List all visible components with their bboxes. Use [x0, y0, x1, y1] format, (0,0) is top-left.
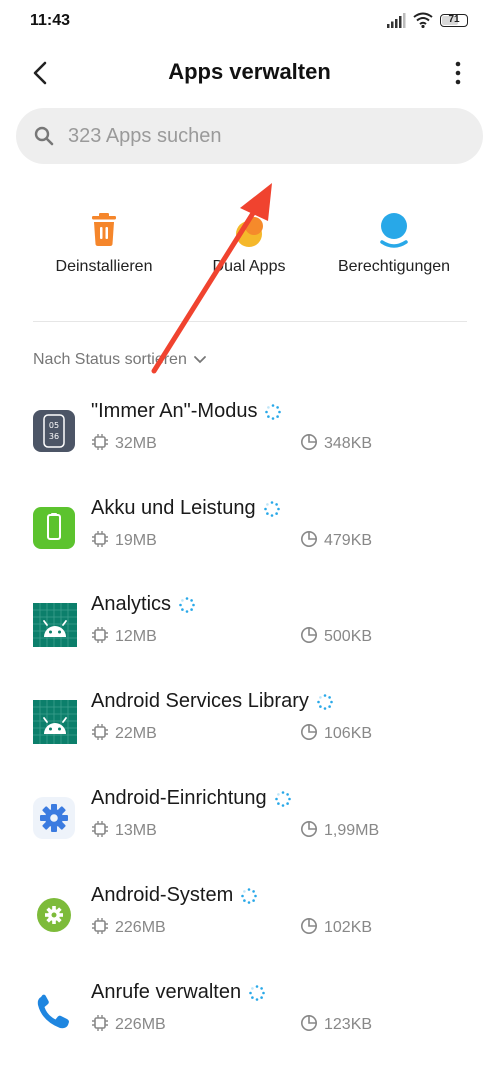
svg-text:36: 36: [49, 432, 59, 441]
chevron-down-icon: [193, 355, 206, 364]
storage-size: 22MB: [91, 723, 157, 743]
chip-icon: [92, 434, 108, 450]
pie-chart-icon: [301, 821, 317, 837]
list-item[interactable]: Android Services Library 22MB 106KB: [0, 690, 499, 796]
dual-apps-label: Dual Apps: [212, 258, 286, 275]
trash-icon: [84, 210, 124, 250]
chip-icon: [92, 1015, 108, 1031]
app-name: Analytics: [91, 593, 195, 616]
loading-spinner-icon: [274, 790, 291, 807]
cache-size: 102KB: [300, 917, 372, 937]
loading-spinner-icon: [179, 596, 195, 613]
permissions-label: Berechtigungen: [337, 258, 451, 275]
storage-size: 226MB: [91, 917, 166, 937]
page-title: Apps verwalten: [168, 59, 331, 84]
dual-apps-button[interactable]: Dual Apps: [179, 210, 319, 276]
android-system-icon: [33, 894, 75, 936]
cache-size: 348KB: [300, 433, 372, 453]
search-icon: [34, 126, 54, 146]
battery-app-icon: [33, 507, 75, 549]
sort-dropdown[interactable]: Nach Status sortieren: [33, 351, 207, 369]
loading-spinner-icon: [249, 984, 265, 1001]
chip-icon: [92, 627, 108, 643]
svg-text:05: 05: [49, 421, 59, 430]
signal-icon: [387, 13, 406, 28]
dual-apps-icon: [229, 210, 269, 250]
android-robot-icon: [33, 603, 77, 647]
pie-chart-icon: [301, 724, 317, 740]
list-item[interactable]: Android-Einrichtung 13MB 1,99MB: [0, 787, 499, 893]
app-name: Android-System: [91, 884, 258, 907]
pie-chart-icon: [301, 627, 317, 643]
pie-chart-icon: [301, 434, 317, 450]
gear-icon: [33, 797, 75, 839]
permissions-icon: [374, 210, 414, 250]
app-name: Android Services Library: [91, 690, 333, 713]
sort-label: Nach Status sortieren: [33, 351, 187, 368]
search-input[interactable]: [68, 108, 458, 164]
list-item[interactable]: 05 36 "Immer An"-Modus 32MB 348KB: [0, 400, 499, 506]
list-item[interactable]: Analytics 12MB 500KB: [0, 593, 499, 699]
storage-size: 13MB: [91, 820, 157, 840]
loading-spinner-icon: [263, 500, 280, 517]
cache-size: 500KB: [300, 626, 372, 646]
uninstall-label: Deinstallieren: [55, 258, 153, 275]
search-bar[interactable]: [16, 108, 483, 164]
cache-size: 1,99MB: [300, 820, 379, 840]
status-bar: 11:43 71: [0, 0, 499, 44]
chip-icon: [92, 531, 108, 547]
battery-percent: 71: [448, 14, 460, 25]
android-robot-icon: [33, 700, 77, 744]
app-name: Akku und Leistung: [91, 497, 280, 520]
chip-icon: [92, 918, 108, 934]
cache-size: 123KB: [300, 1014, 372, 1034]
cache-size: 106KB: [300, 723, 372, 743]
chip-icon: [92, 724, 108, 740]
app-name: "Immer An"-Modus: [91, 400, 282, 423]
list-item[interactable]: Anrufe verwalten 226MB 123KB: [0, 981, 499, 1087]
loading-spinner-icon: [317, 693, 333, 710]
divider: [33, 321, 467, 322]
permissions-button[interactable]: Berechtigungen: [324, 210, 464, 276]
pie-chart-icon: [301, 918, 317, 934]
list-item[interactable]: Android-System 226MB 102KB: [0, 884, 499, 990]
list-item[interactable]: Akku und Leistung 19MB 479KB: [0, 497, 499, 603]
wifi-icon: [413, 12, 433, 28]
app-name: Anrufe verwalten: [91, 981, 265, 1004]
storage-size: 19MB: [91, 530, 157, 550]
storage-size: 32MB: [91, 433, 157, 453]
chip-icon: [92, 821, 108, 837]
more-vertical-icon[interactable]: [447, 60, 469, 86]
storage-size: 12MB: [91, 626, 157, 646]
uninstall-button[interactable]: Deinstallieren: [34, 210, 174, 276]
storage-size: 226MB: [91, 1014, 166, 1034]
loading-spinner-icon: [265, 403, 282, 420]
status-time: 11:43: [30, 12, 71, 29]
loading-spinner-icon: [241, 887, 258, 904]
cache-size: 479KB: [300, 530, 372, 550]
app-name: Android-Einrichtung: [91, 787, 291, 810]
battery-icon: 71: [440, 14, 468, 27]
pie-chart-icon: [301, 531, 317, 547]
pie-chart-icon: [301, 1015, 317, 1031]
always-on-display-icon: 05 36: [33, 410, 75, 452]
phone-icon: [33, 991, 75, 1033]
